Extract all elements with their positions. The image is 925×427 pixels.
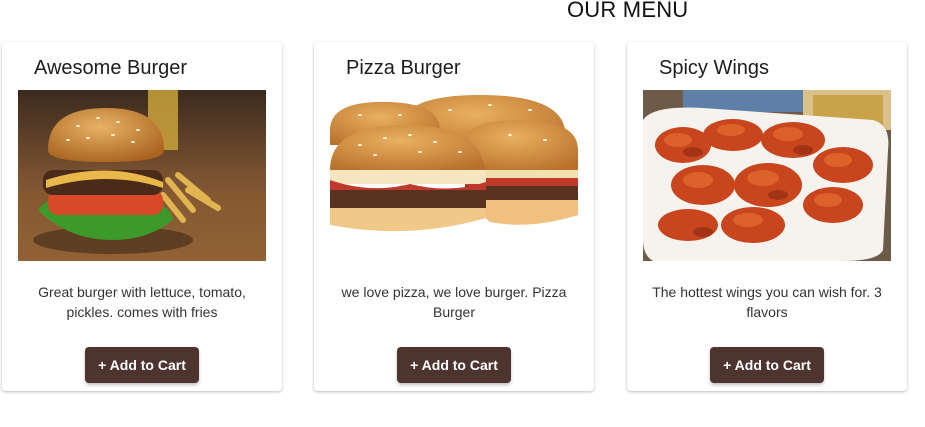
card-title: Spicy Wings <box>659 57 770 79</box>
page-title: OUR MENU <box>567 0 689 22</box>
menu-card-pizza-burger: Pizza Burger we love pizza, we love burg… <box>314 42 594 391</box>
wings-photo-icon <box>643 90 891 261</box>
burger-image <box>18 90 266 261</box>
pizza-burger-image <box>330 90 578 261</box>
pizza-burger-photo-icon <box>330 90 578 261</box>
add-to-cart-button[interactable]: + Add to Cart <box>710 347 824 383</box>
card-description: Great burger with lettuce, tomato, pickl… <box>38 284 246 320</box>
add-to-cart-button[interactable]: + Add to Cart <box>397 347 511 383</box>
card-description: we love pizza, we love burger. Pizza Bur… <box>341 284 567 320</box>
menu-card-awesome-burger: Awesome Burger Great burger with lettuce… <box>2 42 282 391</box>
add-to-cart-button[interactable]: + Add to Cart <box>85 347 199 383</box>
card-description: The hottest wings you can wish for. 3 fl… <box>652 284 882 320</box>
menu-card-spicy-wings: Spicy Wings The hottest wings you can wi… <box>627 42 907 391</box>
card-title: Awesome Burger <box>34 57 188 79</box>
wings-image <box>643 90 891 261</box>
card-title: Pizza Burger <box>346 57 461 79</box>
burger-photo-icon <box>18 90 266 261</box>
